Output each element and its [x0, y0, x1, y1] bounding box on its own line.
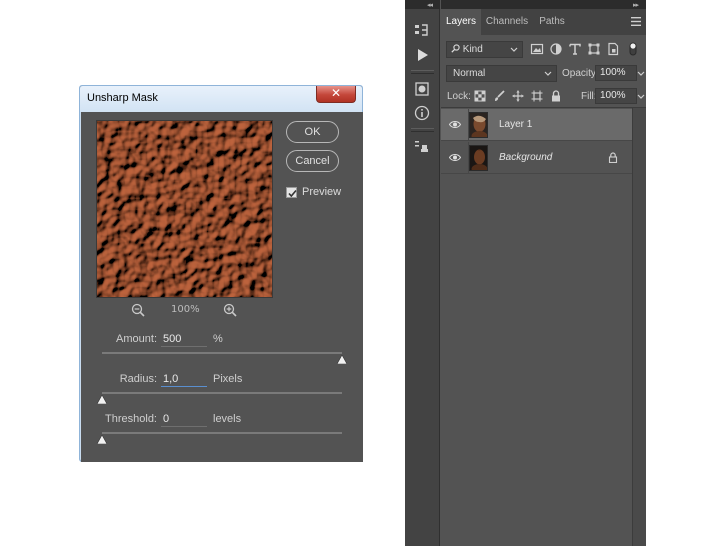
lock-transparent-pixels-icon[interactable] — [474, 90, 486, 102]
checkmark-icon — [288, 189, 297, 198]
visibility-toggle[interactable] — [441, 109, 469, 141]
layer-thumbnail[interactable] — [469, 112, 488, 138]
layer-name[interactable]: Background — [499, 152, 552, 163]
panel-tabbar: Layers Channels Paths — [441, 9, 646, 35]
blend-mode-value: Normal — [453, 68, 486, 79]
history-icon[interactable] — [413, 22, 431, 40]
opacity-chevron-icon[interactable] — [637, 71, 645, 77]
lock-icon[interactable] — [608, 152, 618, 163]
zoom-level: 100% — [171, 304, 200, 315]
opacity-label: Opacity: — [562, 68, 599, 79]
filter-kind-value: Kind — [462, 44, 483, 55]
visibility-toggle[interactable] — [441, 142, 469, 174]
preview-checkbox[interactable] — [286, 187, 297, 198]
filter-shape-icon[interactable] — [587, 42, 601, 56]
strip-divider — [411, 128, 434, 132]
zoom-in-icon[interactable] — [223, 303, 237, 317]
amount-input[interactable] — [161, 331, 207, 347]
photoshop-panel-area: ◂◂ ▸▸ Layers Channels Paths Kind Normal … — [405, 0, 646, 546]
preview-label: Preview — [302, 186, 342, 198]
panel-menu-icon[interactable] — [631, 17, 641, 26]
panel-icon-strip: ◂◂ — [405, 0, 440, 546]
amount-unit: % — [213, 333, 223, 345]
filter-preview-image[interactable] — [96, 120, 273, 298]
filter-smart-object-icon[interactable] — [606, 42, 620, 56]
filter-type-icon[interactable] — [568, 42, 582, 56]
fill-field[interactable]: 100% — [595, 88, 637, 104]
tab-paths[interactable]: Paths — [533, 9, 571, 35]
strip-divider — [411, 70, 434, 74]
lock-position-icon[interactable] — [512, 90, 524, 102]
threshold-slider-thumb[interactable] — [97, 435, 107, 444]
cancel-button[interactable]: Cancel — [286, 150, 339, 172]
panel-header[interactable]: ▸▸ — [441, 0, 646, 9]
layers-panel: ▸▸ Layers Channels Paths Kind Normal Opa… — [441, 0, 646, 546]
chevron-down-icon — [510, 47, 518, 52]
amount-label: Amount: — [116, 333, 157, 345]
filter-pixel-icon[interactable] — [530, 42, 544, 56]
filter-type-select[interactable]: Kind — [446, 41, 523, 58]
dialog-titlebar[interactable]: Unsharp Mask ✕ — [80, 86, 362, 112]
opacity-field[interactable]: 100% — [595, 65, 637, 81]
threshold-label: Threshold: — [105, 413, 157, 425]
unsharp-mask-dialog: Unsharp Mask ✕ 100% OK Cancel Preview Am… — [79, 85, 363, 462]
threshold-slider-track[interactable] — [102, 432, 342, 434]
collapse-left-icon[interactable]: ◂◂ — [427, 1, 433, 9]
search-icon — [451, 44, 460, 53]
eye-icon — [449, 121, 461, 128]
opacity-value: 100% — [600, 67, 626, 78]
filter-toggle-icon[interactable] — [628, 42, 638, 56]
info-icon[interactable] — [413, 104, 431, 122]
dialog-title: Unsharp Mask — [87, 92, 158, 104]
lock-artboard-icon[interactable] — [531, 90, 543, 102]
amount-slider-thumb[interactable] — [337, 355, 347, 364]
lock-image-pixels-icon[interactable] — [493, 90, 505, 102]
ok-button[interactable]: OK — [286, 121, 339, 143]
layers-list-divider — [441, 107, 646, 108]
blend-mode-select[interactable]: Normal — [446, 65, 557, 82]
threshold-input[interactable] — [161, 411, 207, 427]
radius-slider-thumb[interactable] — [97, 395, 107, 404]
layer-row-background[interactable]: Background — [441, 142, 632, 174]
radius-unit: Pixels — [213, 373, 243, 385]
zoom-out-icon[interactable] — [131, 303, 145, 317]
close-icon: ✕ — [330, 86, 342, 100]
clone-source-icon[interactable] — [413, 138, 431, 156]
tab-layers[interactable]: Layers — [441, 9, 481, 35]
close-button[interactable]: ✕ — [316, 86, 356, 103]
lock-all-icon[interactable] — [550, 90, 562, 102]
layer-thumbnail[interactable] — [469, 145, 488, 171]
fill-chevron-icon[interactable] — [637, 94, 645, 100]
radius-label: Radius: — [119, 373, 157, 385]
amount-slider-track[interactable] — [102, 352, 342, 354]
tab-channels[interactable]: Channels — [481, 9, 533, 35]
dialog-body: 100% OK Cancel Preview Amount: % Radius:… — [81, 112, 363, 462]
eye-icon — [449, 154, 461, 161]
play-actions-icon[interactable] — [413, 46, 431, 64]
radius-input[interactable] — [161, 371, 207, 387]
layer-row-layer-1[interactable]: Layer 1 — [441, 109, 632, 141]
collapse-right-icon[interactable]: ▸▸ — [633, 1, 639, 9]
radius-slider-track[interactable] — [102, 392, 342, 394]
strip-header[interactable]: ◂◂ — [405, 0, 440, 9]
layer-name[interactable]: Layer 1 — [499, 119, 532, 130]
fill-value: 100% — [600, 90, 626, 101]
chevron-down-icon — [544, 71, 552, 76]
lock-label: Lock: — [447, 91, 471, 102]
layers-scrollbar[interactable] — [632, 108, 646, 546]
filter-adjustment-icon[interactable] — [549, 42, 563, 56]
threshold-unit: levels — [213, 413, 242, 425]
adjustments-icon[interactable] — [413, 80, 431, 98]
